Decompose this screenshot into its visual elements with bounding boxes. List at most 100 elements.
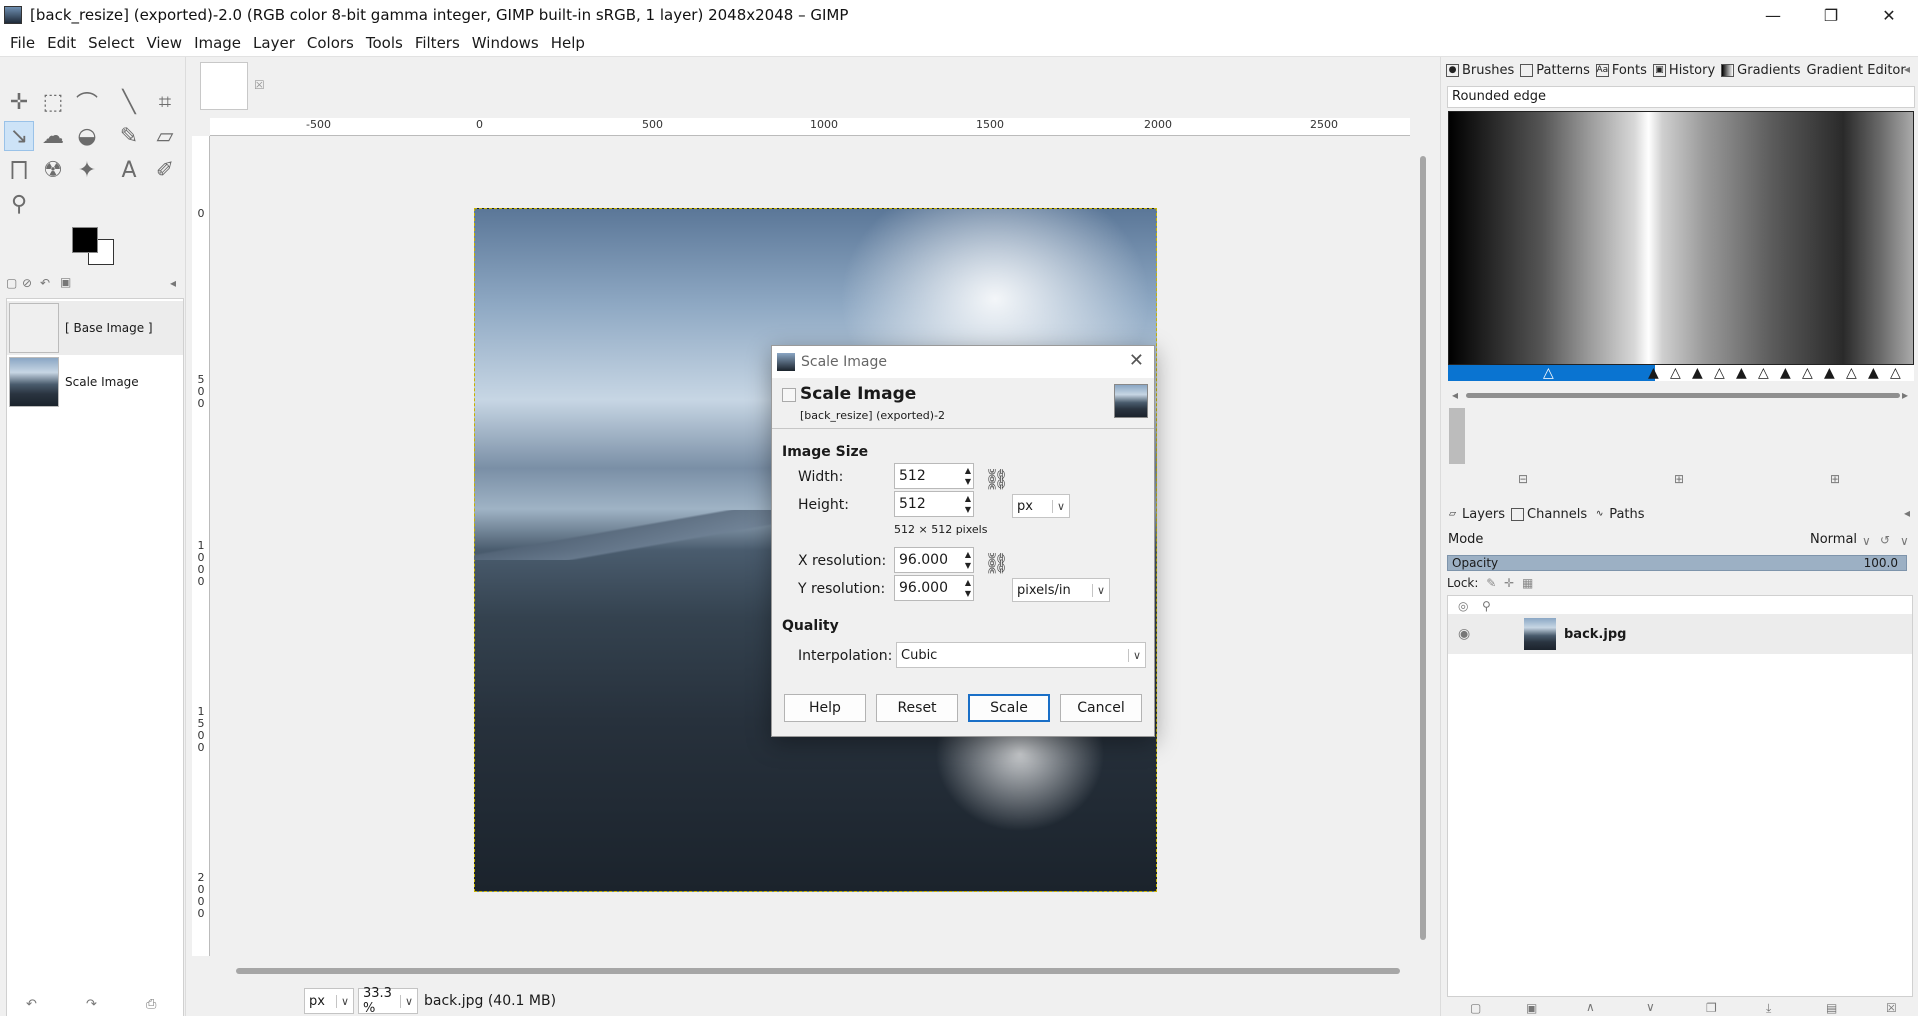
spin-arrows-icon[interactable]: ▲ ▼	[965, 577, 971, 599]
fuzzy-select-tool-icon[interactable]: ╲	[114, 87, 144, 117]
resolution-unit-select[interactable]: pixels/in ∨	[1012, 578, 1110, 602]
unit-selector[interactable]: px ∨	[304, 988, 354, 1014]
stop-marker-icon[interactable]: ▲	[1736, 366, 1747, 380]
layer-mask-icon[interactable]: ▤	[1826, 1001, 1837, 1015]
scale-tool-icon[interactable]: ↘	[4, 121, 34, 151]
dock-menu-icon[interactable]: ◂	[1904, 506, 1910, 520]
interpolation-select[interactable]: Cubic ∨	[896, 642, 1146, 668]
tab-history[interactable]: ▣ History	[1652, 63, 1715, 78]
bucket-fill-tool-icon[interactable]: ◒	[72, 121, 102, 151]
paintbrush-tool-icon[interactable]: ✎	[114, 121, 144, 151]
undo-icon[interactable]: ↶	[26, 997, 37, 1012]
paths-tool-icon[interactable]: ✦	[72, 155, 102, 185]
foreground-color-swatch[interactable]	[72, 227, 98, 253]
menu-view[interactable]: View	[140, 34, 188, 52]
restore-button[interactable]: ❐	[1802, 0, 1860, 30]
spin-arrows-icon[interactable]: ▲ ▼	[965, 549, 971, 571]
zoom-tool-icon[interactable]: ⚲	[4, 189, 34, 219]
menu-windows[interactable]: Windows	[466, 34, 545, 52]
horizontal-scrollbar[interactable]	[236, 968, 1400, 974]
zoom-selector[interactable]: 33.3 % ∨	[358, 986, 418, 1016]
scale-button[interactable]: Scale	[968, 694, 1050, 722]
tab-layers[interactable]: ▱ Layers	[1446, 507, 1505, 522]
scroll-left-icon[interactable]: ◂	[1452, 388, 1458, 402]
height-input[interactable]: 512 ▲ ▼	[894, 491, 974, 517]
tab-gradients[interactable]: Gradients	[1721, 63, 1801, 78]
close-image-tab-icon[interactable]: ☒	[254, 78, 265, 92]
tab-channels[interactable]: Channels	[1511, 507, 1587, 522]
menu-tools[interactable]: Tools	[360, 34, 409, 52]
dock-menu-icon[interactable]: ◂	[1904, 62, 1910, 76]
stop-marker-icon[interactable]: △	[1846, 366, 1857, 380]
device-status-tab-icon[interactable]: ⊘	[22, 276, 32, 290]
warp-tool-icon[interactable]: ☁	[38, 121, 68, 151]
image-tab-thumbnail[interactable]	[200, 62, 248, 110]
menu-colors[interactable]: Colors	[301, 34, 360, 52]
menu-filters[interactable]: Filters	[409, 34, 466, 52]
stop-marker-icon[interactable]: ▲	[1780, 366, 1791, 380]
stop-marker-icon[interactable]: ▲	[1648, 366, 1659, 380]
move-tool-icon[interactable]: ✛	[4, 87, 34, 117]
stop-marker-icon[interactable]: △	[1802, 366, 1813, 380]
vertical-scrollbar[interactable]	[1420, 156, 1426, 940]
chevron-down-icon[interactable]: ∨	[1900, 534, 1909, 548]
stop-marker-icon[interactable]: ▲	[1824, 366, 1835, 380]
crop-tool-icon[interactable]: ⌗	[150, 87, 180, 117]
chain-link-icon[interactable]: ⛓	[984, 550, 1009, 576]
menu-image[interactable]: Image	[188, 34, 247, 52]
clone-tool-icon[interactable]: ⨅	[4, 155, 34, 185]
zoom-fit-icon[interactable]: ⊞	[1830, 472, 1840, 486]
stop-marker-icon[interactable]: ▲	[1868, 366, 1879, 380]
chain-link-icon[interactable]: ⛓	[984, 466, 1009, 492]
merge-layer-icon[interactable]: ⤓	[1766, 1001, 1771, 1016]
opacity-slider[interactable]: Opacity 100.0	[1447, 555, 1907, 571]
stop-marker-icon[interactable]: △	[1714, 366, 1725, 380]
gradient-zoom-slider[interactable]	[1449, 408, 1465, 464]
stop-marker-icon[interactable]: ▲	[1692, 366, 1703, 380]
gradient-preview[interactable]	[1448, 111, 1914, 365]
tab-gradient-editor[interactable]: Gradient Editor	[1807, 63, 1906, 78]
menu-edit[interactable]: Edit	[41, 34, 82, 52]
tab-fonts[interactable]: Aa Fonts	[1595, 63, 1647, 78]
clear-history-icon[interactable]: ⎙	[146, 997, 156, 1012]
eraser-tool-icon[interactable]: ▱	[150, 121, 180, 151]
reset-button[interactable]: Reset	[876, 694, 958, 722]
spin-arrows-icon[interactable]: ▲ ▼	[965, 493, 971, 515]
zoom-in-icon[interactable]: ⊞	[1674, 472, 1684, 486]
width-input[interactable]: 512 ▲ ▼	[894, 463, 974, 489]
panel-menu-icon[interactable]: ◂	[170, 276, 176, 290]
menu-select[interactable]: Select	[82, 34, 140, 52]
lock-alpha-icon[interactable]: ▦	[1522, 576, 1533, 590]
undo-history-tab-icon[interactable]: ↶	[40, 276, 50, 290]
gradient-scrollbar[interactable]	[1466, 393, 1900, 398]
rect-select-tool-icon[interactable]: ⬚	[38, 87, 68, 117]
lower-layer-icon[interactable]: ∨	[1646, 1000, 1655, 1014]
stop-marker-icon[interactable]: △	[1543, 366, 1554, 380]
eye-icon[interactable]: ◉	[1458, 626, 1482, 642]
menu-file[interactable]: File	[4, 34, 41, 52]
new-layer-icon[interactable]: ▢	[1470, 1001, 1481, 1015]
cancel-button[interactable]: Cancel	[1060, 694, 1142, 722]
tab-brushes[interactable]: ● Brushes	[1446, 63, 1514, 78]
spin-arrows-icon[interactable]: ▲ ▼	[965, 465, 971, 487]
menu-help[interactable]: Help	[545, 34, 591, 52]
smudge-tool-icon[interactable]: ☢	[38, 155, 68, 185]
stop-marker-icon[interactable]: △	[1758, 366, 1769, 380]
close-button[interactable]: ✕	[1860, 0, 1918, 30]
y-resolution-input[interactable]: 96.000 ▲ ▼	[894, 575, 974, 601]
dialog-close-icon[interactable]: ✕	[1129, 350, 1144, 371]
minimize-button[interactable]: —	[1744, 0, 1802, 30]
reset-mode-icon[interactable]: ↺	[1880, 533, 1890, 547]
x-resolution-input[interactable]: 96.000 ▲ ▼	[894, 547, 974, 573]
lasso-tool-icon[interactable]: ⌒	[72, 87, 102, 117]
size-unit-select[interactable]: px ∨	[1012, 494, 1070, 518]
tab-patterns[interactable]: Patterns	[1520, 63, 1590, 78]
menu-layer[interactable]: Layer	[247, 34, 301, 52]
text-tool-icon[interactable]: A	[114, 155, 144, 185]
zoom-out-icon[interactable]: ⊟	[1518, 472, 1528, 486]
raise-layer-icon[interactable]: ∧	[1586, 1000, 1595, 1014]
lock-pixels-icon[interactable]: ✎	[1486, 576, 1496, 590]
new-layer-group-icon[interactable]: ▣	[1526, 1001, 1537, 1015]
delete-layer-icon[interactable]: ☒	[1886, 1001, 1897, 1015]
redo-icon[interactable]: ↷	[86, 997, 97, 1012]
